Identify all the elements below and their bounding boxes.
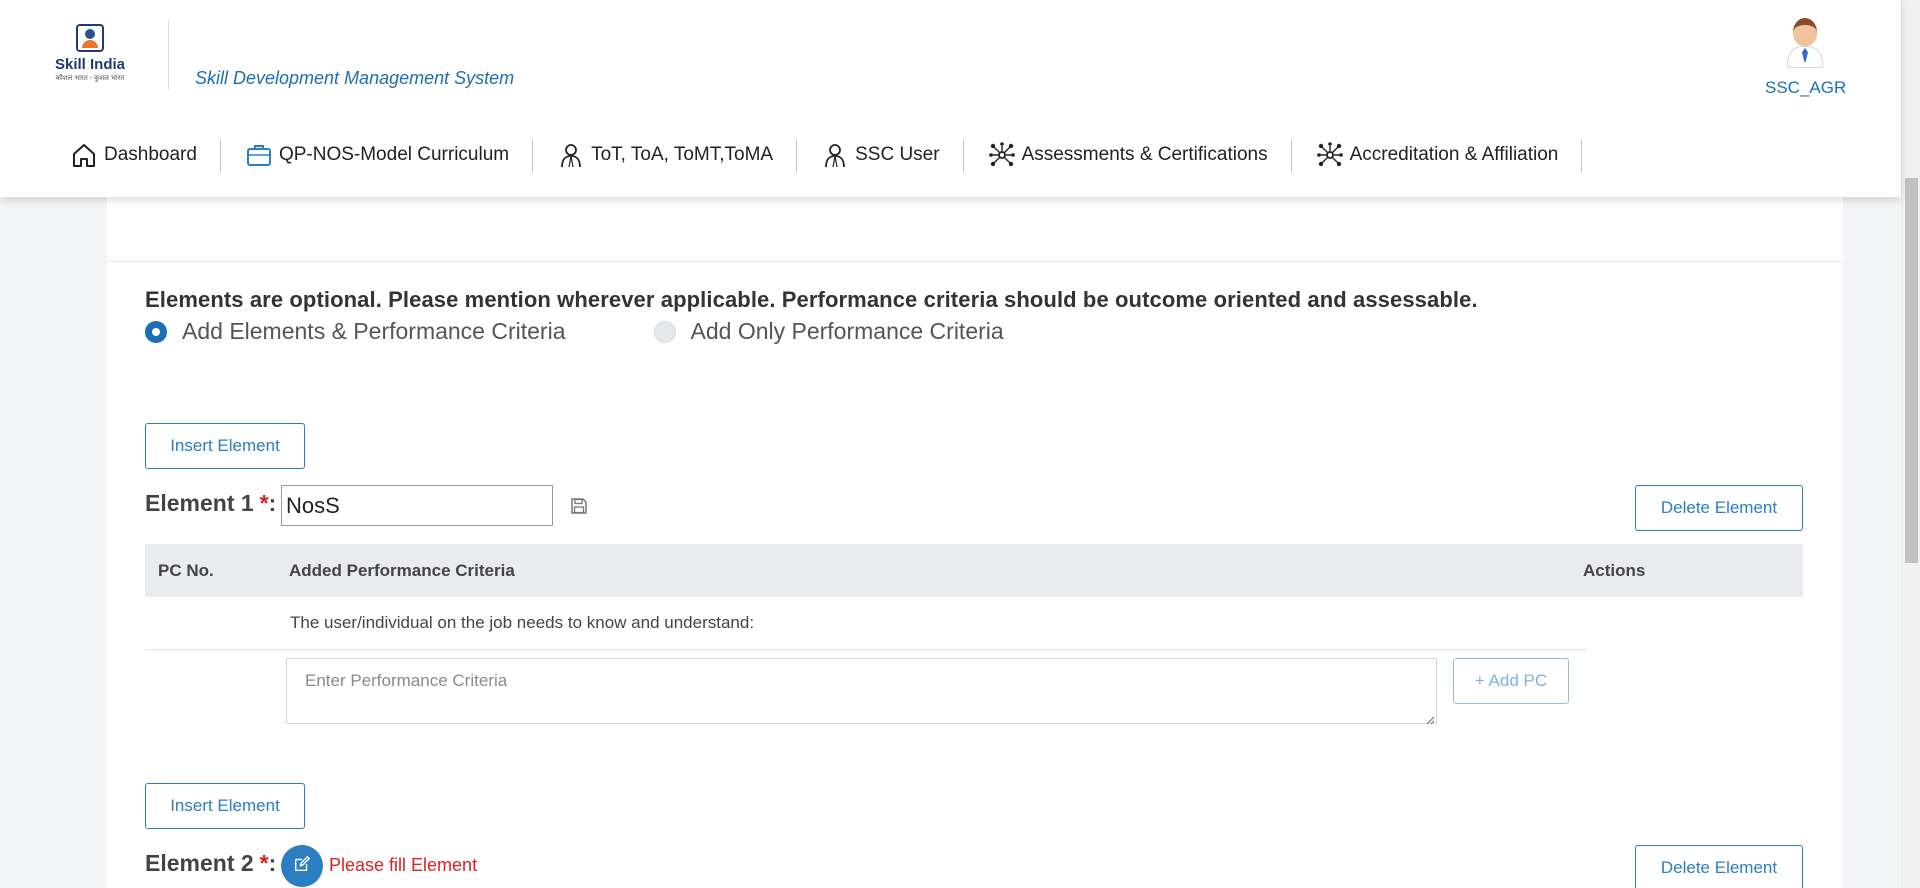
nav-label: QP-NOS-Model Curriculum (278, 144, 510, 165)
table-row-divider (145, 649, 1587, 650)
radio-add-elements-and-pc[interactable] (145, 320, 167, 343)
main-nav: Dashboard QP-NOS-Model Curriculum ToT, T… (70, 136, 1583, 174)
element-label-text: Element 2 (145, 850, 254, 876)
nav-item-dashboard[interactable]: Dashboard (70, 137, 221, 173)
nav-item-tot-toa[interactable]: ToT, ToA, ToMT,ToMA (533, 137, 798, 173)
required-mark: * (259, 850, 269, 876)
header-divider (168, 20, 169, 90)
nav-label: Assessments & Certifications (1021, 144, 1268, 165)
nav-label: Accreditation & Affiliation (1349, 144, 1559, 165)
nav-item-ssc-user[interactable]: SSC User (797, 137, 965, 173)
nav-label: ToT, ToA, ToMT,ToMA (591, 144, 774, 165)
user-name[interactable]: SSC_AGR (1765, 78, 1846, 98)
user-icon (821, 141, 849, 169)
save-icon[interactable] (570, 497, 588, 515)
insert-element-button[interactable]: Insert Element (145, 423, 305, 469)
user-menu[interactable]: SSC_AGR (1765, 18, 1846, 98)
nav-item-accreditation[interactable]: Accreditation & Affiliation (1292, 137, 1583, 173)
network-icon (1316, 141, 1344, 169)
label-colon: : (268, 490, 277, 516)
element-error-message: Please fill Element (329, 855, 478, 875)
criteria-mode-radio-group: Add Elements & Performance Criteria Add … (145, 318, 1004, 345)
edit-element-button[interactable] (281, 845, 323, 887)
card-divider (107, 261, 1843, 262)
network-icon (988, 141, 1016, 169)
trainer-icon (557, 141, 585, 169)
radio-label[interactable]: Add Only Performance Criteria (691, 318, 1004, 345)
skill-india-logo[interactable]: Skill India कौशल भारत - कुशल भारत (50, 24, 130, 90)
nav-label: Dashboard (104, 144, 197, 165)
app-title: Skill Development Management System (195, 68, 515, 88)
pc-section-heading: The user/individual on the job needs to … (290, 613, 755, 632)
radio-add-only-pc[interactable] (653, 320, 676, 343)
required-mark: * (259, 490, 269, 516)
column-header-actions: Actions (1583, 561, 1646, 580)
element-1-label: Element 1 *: (145, 490, 276, 517)
label-colon: : (268, 850, 277, 876)
column-header-pc-no: PC No. (158, 561, 214, 580)
delete-element-button[interactable]: Delete Element (1635, 845, 1803, 888)
logo-mark-icon (76, 24, 104, 52)
app-header: Skill India कौशल भारत - कुशल भारत Skill … (0, 0, 1901, 197)
avatar[interactable] (1783, 18, 1827, 70)
performance-criteria-input[interactable] (286, 658, 1437, 724)
nav-label: SSC User (855, 144, 940, 165)
column-header-performance-criteria: Added Performance Criteria (289, 561, 515, 580)
pc-table-header: PC No. Added Performance Criteria Action… (145, 544, 1803, 597)
insert-element-button[interactable]: Insert Element (145, 783, 305, 829)
element-form-card: Elements are optional. Please mention wh… (107, 150, 1843, 888)
home-icon (70, 141, 98, 169)
briefcase-icon (245, 141, 273, 169)
scrollbar-thumb[interactable] (1905, 178, 1918, 563)
radio-label[interactable]: Add Elements & Performance Criteria (182, 318, 566, 345)
element-2-label: Element 2 *: (145, 850, 276, 877)
element-1-input[interactable] (281, 485, 553, 526)
nav-item-qp-nos[interactable]: QP-NOS-Model Curriculum (221, 137, 534, 173)
edit-icon (293, 855, 311, 878)
resize-handle-icon[interactable] (1425, 712, 1435, 725)
logo-subtitle: कौशल भारत - कुशल भारत (55, 75, 125, 82)
element-label-text: Element 1 (145, 490, 254, 516)
delete-element-button[interactable]: Delete Element (1635, 485, 1803, 531)
add-pc-button[interactable]: + Add PC (1453, 658, 1569, 704)
nav-item-assessments[interactable]: Assessments & Certifications (964, 137, 1292, 173)
page-scrollbar[interactable] (1901, 0, 1920, 888)
logo-title: Skill India (54, 56, 126, 73)
optional-elements-note: Elements are optional. Please mention wh… (145, 287, 1478, 312)
